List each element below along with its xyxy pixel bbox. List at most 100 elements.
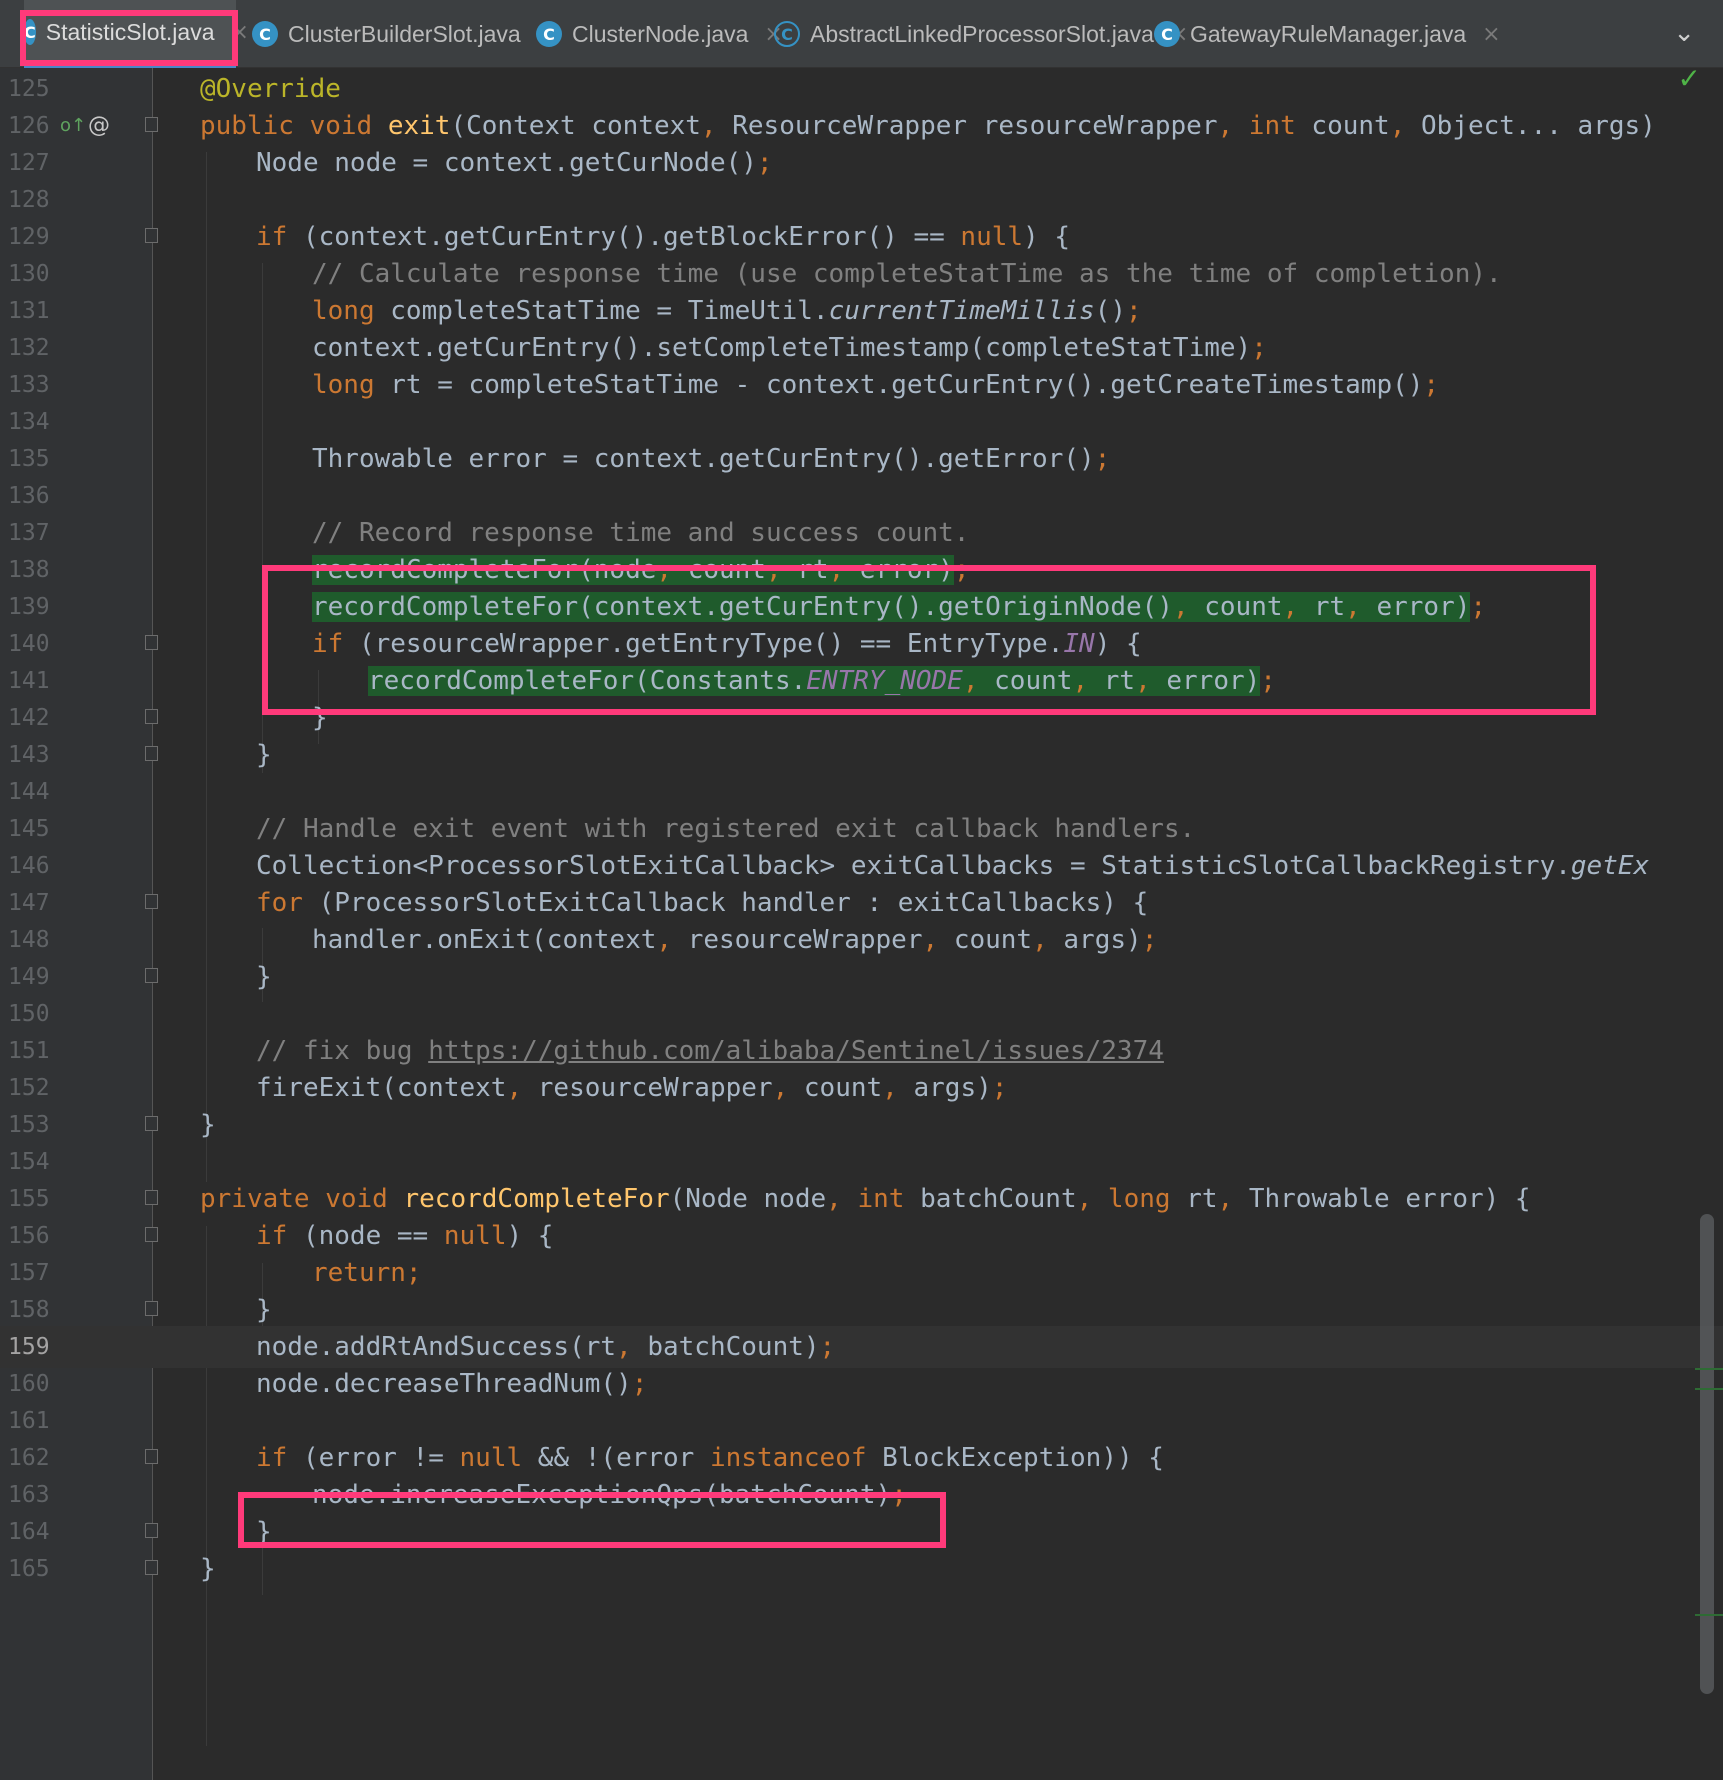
line-number: 138 — [8, 557, 50, 583]
code-line[interactable]: 164 } — [0, 1511, 1723, 1553]
code-text: node.increaseExceptionQps(batchCount); — [312, 1480, 907, 1510]
tab-clusterbuilderslot[interactable]: C ClusterBuilderSlot.java × — [252, 0, 555, 68]
code-line[interactable]: 147 for (ProcessorSlotExitCallback handl… — [0, 882, 1723, 924]
code-line[interactable]: 137 // Record response time and success … — [0, 512, 1723, 554]
line-number: 154 — [8, 1149, 50, 1175]
code-line[interactable]: 142 } — [0, 697, 1723, 739]
code-line[interactable]: 149 } — [0, 956, 1723, 998]
class-icon: C — [252, 21, 278, 47]
chevron-down-icon[interactable]: ⌄ — [1673, 18, 1695, 48]
line-number: 135 — [8, 446, 50, 472]
code-line[interactable]: 131 long completeStatTime = TimeUtil.cur… — [0, 290, 1723, 332]
tab-clusternode[interactable]: C ClusterNode.java × — [536, 0, 783, 68]
line-number: 126 — [8, 113, 50, 139]
line-number: 130 — [8, 261, 50, 287]
line-number: 152 — [8, 1075, 50, 1101]
close-icon[interactable]: × — [1482, 22, 1500, 47]
line-number: 140 — [8, 631, 50, 657]
line-number: 125 — [8, 76, 50, 102]
code-line[interactable]: 152 fireExit(context, resourceWrapper, c… — [0, 1067, 1723, 1109]
code-line[interactable]: 158 } — [0, 1289, 1723, 1331]
class-icon: C — [536, 21, 562, 47]
code-line[interactable]: 138 recordCompleteFor(node, count, rt, e… — [0, 549, 1723, 591]
vertical-scrollbar[interactable] — [1700, 1214, 1714, 1694]
code-line[interactable]: 144 — [0, 771, 1723, 813]
line-number: 164 — [8, 1519, 50, 1545]
code-text: recordCompleteFor(context.getCurEntry().… — [312, 592, 1487, 622]
code-line[interactable]: 134 — [0, 401, 1723, 443]
code-line[interactable]: 141 recordCompleteFor(Constants.ENTRY_NO… — [0, 660, 1723, 702]
code-text: } — [200, 1554, 216, 1584]
code-line[interactable]: 165 } — [0, 1548, 1723, 1590]
line-number: 155 — [8, 1186, 50, 1212]
code-line[interactable]: 133 long rt = completeStatTime - context… — [0, 364, 1723, 406]
code-line[interactable]: 161 — [0, 1400, 1723, 1442]
fold-marker-icon[interactable] — [145, 746, 158, 761]
line-number: 129 — [8, 224, 50, 250]
code-line[interactable]: 143 } — [0, 734, 1723, 776]
line-number: 146 — [8, 853, 50, 879]
code-line[interactable]: 139 recordCompleteFor(context.getCurEntr… — [0, 586, 1723, 628]
at-icon[interactable]: @ — [88, 105, 110, 147]
code-line[interactable]: 154 — [0, 1141, 1723, 1183]
line-number: 157 — [8, 1260, 50, 1286]
fold-marker-icon[interactable] — [145, 968, 158, 983]
code-text: } — [312, 703, 328, 733]
code-line[interactable]: 155 private void recordCompleteFor(Node … — [0, 1178, 1723, 1220]
tab-abstractlinkedprocessorslot[interactable]: C AbstractLinkedProcessorSlot.java × — [774, 0, 1188, 68]
code-line[interactable]: 126 o↑ @ public void exit(Context contex… — [0, 105, 1723, 147]
tab-label: StatisticSlot.java — [45, 18, 215, 45]
code-line[interactable]: 157 return; — [0, 1252, 1723, 1294]
tab-gatewayrulemanager[interactable]: C GatewayRuleManager.java × — [1154, 0, 1501, 68]
line-number: 160 — [8, 1371, 50, 1397]
tab-label: ClusterBuilderSlot.java — [288, 20, 521, 47]
fold-marker-icon[interactable] — [145, 1560, 158, 1575]
code-line[interactable]: 156 if (node == null) { — [0, 1215, 1723, 1257]
tab-label: ClusterNode.java — [572, 20, 749, 47]
code-text: node.addRtAndSuccess(rt, batchCount); — [256, 1332, 836, 1362]
fold-marker-icon[interactable] — [145, 1227, 158, 1242]
code-line[interactable]: 128 — [0, 179, 1723, 221]
code-editor[interactable]: 125 @Override 126 o↑ @ public void exit(… — [0, 68, 1723, 1780]
tab-statisticslot[interactable]: C StatisticSlot.java × — [24, 0, 249, 68]
code-text: recordCompleteFor(Constants.ENTRY_NODE, … — [368, 666, 1276, 696]
issue-link[interactable]: https://github.com/alibaba/Sentinel/issu… — [428, 1036, 1164, 1066]
fold-marker-icon[interactable] — [145, 228, 158, 243]
code-text: for (ProcessorSlotExitCallback handler :… — [256, 888, 1149, 918]
fold-marker-icon[interactable] — [145, 1116, 158, 1131]
code-line[interactable]: 129 if (context.getCurEntry().getBlockEr… — [0, 216, 1723, 258]
line-number: 137 — [8, 520, 50, 546]
close-icon[interactable]: × — [231, 20, 249, 45]
fold-marker-icon[interactable] — [145, 709, 158, 724]
fold-marker-icon[interactable] — [145, 117, 158, 132]
code-line[interactable]: 140 if (resourceWrapper.getEntryType() =… — [0, 623, 1723, 665]
code-line-current[interactable]: 159 node.addRtAndSuccess(rt, batchCount)… — [0, 1326, 1723, 1368]
line-number: 147 — [8, 890, 50, 916]
code-line[interactable]: 132 context.getCurEntry().setCompleteTim… — [0, 327, 1723, 369]
fold-marker-icon[interactable] — [145, 1190, 158, 1205]
code-line[interactable]: 145 // Handle exit event with registered… — [0, 808, 1723, 850]
fold-marker-icon[interactable] — [145, 1523, 158, 1538]
code-line[interactable]: 150 — [0, 993, 1723, 1035]
fold-marker-icon[interactable] — [145, 635, 158, 650]
code-line[interactable]: 125 @Override — [0, 68, 1723, 110]
fold-marker-icon[interactable] — [145, 1301, 158, 1316]
code-text: handler.onExit(context, resourceWrapper,… — [312, 925, 1158, 955]
code-line[interactable]: 162 if (error != null && !(error instanc… — [0, 1437, 1723, 1479]
code-line[interactable]: 127 Node node = context.getCurNode(); — [0, 142, 1723, 184]
code-line[interactable]: 148 handler.onExit(context, resourceWrap… — [0, 919, 1723, 961]
fold-marker-icon[interactable] — [145, 894, 158, 909]
override-icon[interactable]: o↑ — [60, 105, 86, 147]
code-line[interactable]: 163 node.increaseExceptionQps(batchCount… — [0, 1474, 1723, 1516]
code-line[interactable]: 151 // fix bug https://github.com/alibab… — [0, 1030, 1723, 1072]
code-line[interactable]: 135 Throwable error = context.getCurEntr… — [0, 438, 1723, 480]
code-line[interactable]: 130 // Calculate response time (use comp… — [0, 253, 1723, 295]
line-number: 136 — [8, 483, 50, 509]
code-text: } — [256, 1295, 272, 1325]
code-line[interactable]: 160 node.decreaseThreadNum(); — [0, 1363, 1723, 1405]
code-line[interactable]: 146 Collection<ProcessorSlotExitCallback… — [0, 845, 1723, 887]
code-line[interactable]: 153 } — [0, 1104, 1723, 1146]
code-line[interactable]: 136 — [0, 475, 1723, 517]
fold-marker-icon[interactable] — [145, 1449, 158, 1464]
code-text: context.getCurEntry().setCompleteTimesta… — [312, 333, 1267, 363]
